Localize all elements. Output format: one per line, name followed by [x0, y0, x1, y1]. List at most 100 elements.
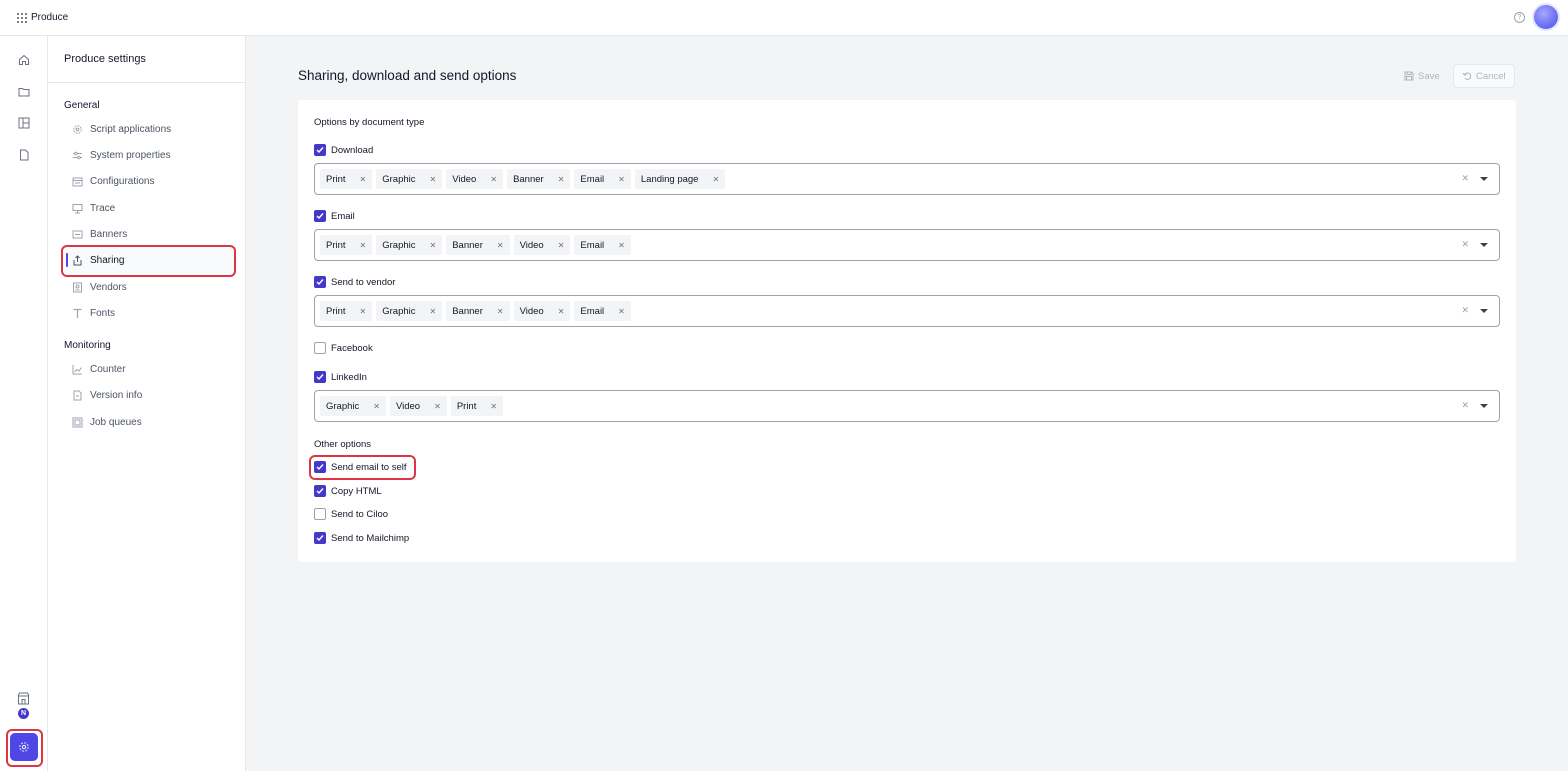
tag-chip: Print ✕: [450, 396, 504, 416]
undo-icon: [1462, 72, 1472, 80]
sidebar-item-fonts[interactable]: Fonts: [64, 300, 235, 326]
app-name: Produce: [31, 12, 69, 23]
settings-divider: [48, 82, 246, 83]
sidebar-item-counter[interactable]: Counter: [64, 356, 235, 382]
top-bar: Produce ?: [0, 0, 1568, 36]
sidebar-item-trace[interactable]: Trace: [64, 195, 235, 221]
linkedin-types-select[interactable]: Graphic ✕ Video ✕ Print ✕ ✕: [314, 390, 1500, 422]
email-checkbox[interactable]: [314, 210, 326, 222]
layout-icon[interactable]: [17, 116, 30, 129]
folder-icon[interactable]: [17, 85, 30, 98]
remove-tag-icon[interactable]: ✕: [497, 307, 504, 316]
settings-rail-button[interactable]: [10, 733, 38, 761]
send-to-vendor-checkbox-row[interactable]: Send to vendor: [314, 276, 395, 288]
other-options-label: Other options: [314, 439, 372, 450]
remove-tag-icon[interactable]: ✕: [497, 241, 504, 250]
remove-tag-icon[interactable]: ✕: [373, 402, 380, 411]
tag-chip: Video ✕: [389, 396, 447, 416]
download-checkbox-row[interactable]: Download: [314, 144, 373, 156]
tag-chip: Landing page ✕: [634, 169, 726, 189]
sidebar-item-sharing[interactable]: Sharing: [64, 247, 235, 273]
tag-chip: Email ✕: [574, 235, 631, 255]
copy-html-checkbox[interactable]: [314, 485, 326, 497]
chevron-down-icon[interactable]: [1480, 177, 1488, 181]
sidebar-item-system-properties[interactable]: System properties: [64, 142, 235, 168]
remove-tag-icon[interactable]: ✕: [712, 175, 719, 184]
sidebar-item-label: Fonts: [90, 307, 116, 319]
sidebar-item-vendors[interactable]: Vendors: [64, 274, 235, 300]
sidebar-item-job-queues[interactable]: Job queues: [64, 409, 235, 435]
app-grid-icon[interactable]: [17, 12, 27, 23]
sidebar-item-script-applications[interactable]: Script applications: [64, 116, 235, 142]
download-checkbox[interactable]: [314, 144, 326, 156]
config-icon: [71, 175, 83, 187]
clear-icon[interactable]: ✕: [1461, 173, 1469, 184]
sidebar-item-configurations[interactable]: Configurations: [64, 168, 235, 194]
send-email-to-self-row[interactable]: Send email to self: [314, 461, 407, 473]
linkedin-label: LinkedIn: [331, 371, 367, 383]
notification-badge[interactable]: N: [18, 708, 29, 719]
icon-rail: N: [0, 36, 48, 771]
remove-tag-icon[interactable]: ✕: [618, 307, 625, 316]
tag-chip: Graphic ✕: [376, 235, 443, 255]
remove-tag-icon[interactable]: ✕: [360, 241, 367, 250]
group-label-monitoring: Monitoring: [64, 340, 111, 351]
store-icon[interactable]: [16, 691, 31, 706]
facebook-checkbox[interactable]: [314, 342, 326, 354]
options-card: Options by document type Download Print ✕…: [298, 100, 1516, 562]
sidebar-item-version-info[interactable]: Version info: [64, 382, 235, 408]
remove-tag-icon[interactable]: ✕: [434, 402, 441, 411]
tag-chip: Print ✕: [320, 235, 373, 255]
clear-icon[interactable]: ✕: [1461, 239, 1469, 250]
tag-chip: Banner ✕: [507, 169, 571, 189]
send-to-ciloo-row[interactable]: Send to Ciloo: [314, 508, 388, 520]
remove-tag-icon[interactable]: ✕: [430, 241, 437, 250]
sidebar-item-label: Vendors: [90, 281, 127, 293]
tag-chip: Banner ✕: [446, 235, 510, 255]
page-title: Sharing, download and send options: [298, 68, 517, 83]
remove-tag-icon[interactable]: ✕: [490, 402, 497, 411]
remove-tag-icon[interactable]: ✕: [558, 307, 565, 316]
share-icon: [71, 254, 83, 266]
chevron-down-icon[interactable]: [1480, 309, 1488, 313]
remove-tag-icon[interactable]: ✕: [430, 175, 437, 184]
save-icon: [1404, 71, 1414, 81]
linkedin-checkbox[interactable]: [314, 371, 326, 383]
linkedin-checkbox-row[interactable]: LinkedIn: [314, 371, 367, 383]
chevron-down-icon[interactable]: [1480, 404, 1488, 408]
tag-chip: Graphic ✕: [320, 396, 386, 416]
font-icon: [71, 307, 83, 319]
email-types-select[interactable]: Print ✕ Graphic ✕ Banner ✕ Video ✕ Email ✕ ✕: [314, 229, 1500, 261]
remove-tag-icon[interactable]: ✕: [618, 175, 625, 184]
clear-icon[interactable]: ✕: [1461, 305, 1469, 316]
avatar[interactable]: [1534, 5, 1558, 29]
save-button[interactable]: Save: [1396, 64, 1448, 88]
cancel-button[interactable]: Cancel: [1453, 64, 1515, 88]
facebook-checkbox-row[interactable]: Facebook: [314, 342, 373, 354]
tag-chip: Banner ✕: [446, 301, 510, 321]
clear-icon[interactable]: ✕: [1461, 400, 1469, 411]
send-email-to-self-checkbox[interactable]: [314, 461, 326, 473]
file-icon[interactable]: [17, 148, 30, 161]
send-to-mailchimp-checkbox[interactable]: [314, 532, 326, 544]
remove-tag-icon[interactable]: ✕: [360, 175, 367, 184]
remove-tag-icon[interactable]: ✕: [558, 175, 565, 184]
sidebar-item-label: Script applications: [90, 123, 172, 135]
remove-tag-icon[interactable]: ✕: [558, 241, 565, 250]
email-checkbox-row[interactable]: Email: [314, 210, 355, 222]
send-to-ciloo-checkbox[interactable]: [314, 508, 326, 520]
facebook-label: Facebook: [331, 342, 373, 354]
chevron-down-icon[interactable]: [1480, 243, 1488, 247]
remove-tag-icon[interactable]: ✕: [618, 241, 625, 250]
remove-tag-icon[interactable]: ✕: [360, 307, 367, 316]
remove-tag-icon[interactable]: ✕: [430, 307, 437, 316]
sidebar-item-banners[interactable]: Banners: [64, 221, 235, 247]
copy-html-row[interactable]: Copy HTML: [314, 485, 382, 497]
send-to-mailchimp-row[interactable]: Send to Mailchimp: [314, 532, 409, 544]
home-icon[interactable]: [17, 53, 30, 66]
send-to-vendor-checkbox[interactable]: [314, 276, 326, 288]
send-to-vendor-types-select[interactable]: Print ✕ Graphic ✕ Banner ✕ Video ✕ Email ✕ ✕: [314, 295, 1500, 327]
help-icon[interactable]: ?: [1514, 11, 1525, 23]
remove-tag-icon[interactable]: ✕: [490, 175, 497, 184]
download-types-select[interactable]: Print ✕ Graphic ✕ Video ✕ Banner ✕ Email ✕ La…: [314, 163, 1500, 195]
